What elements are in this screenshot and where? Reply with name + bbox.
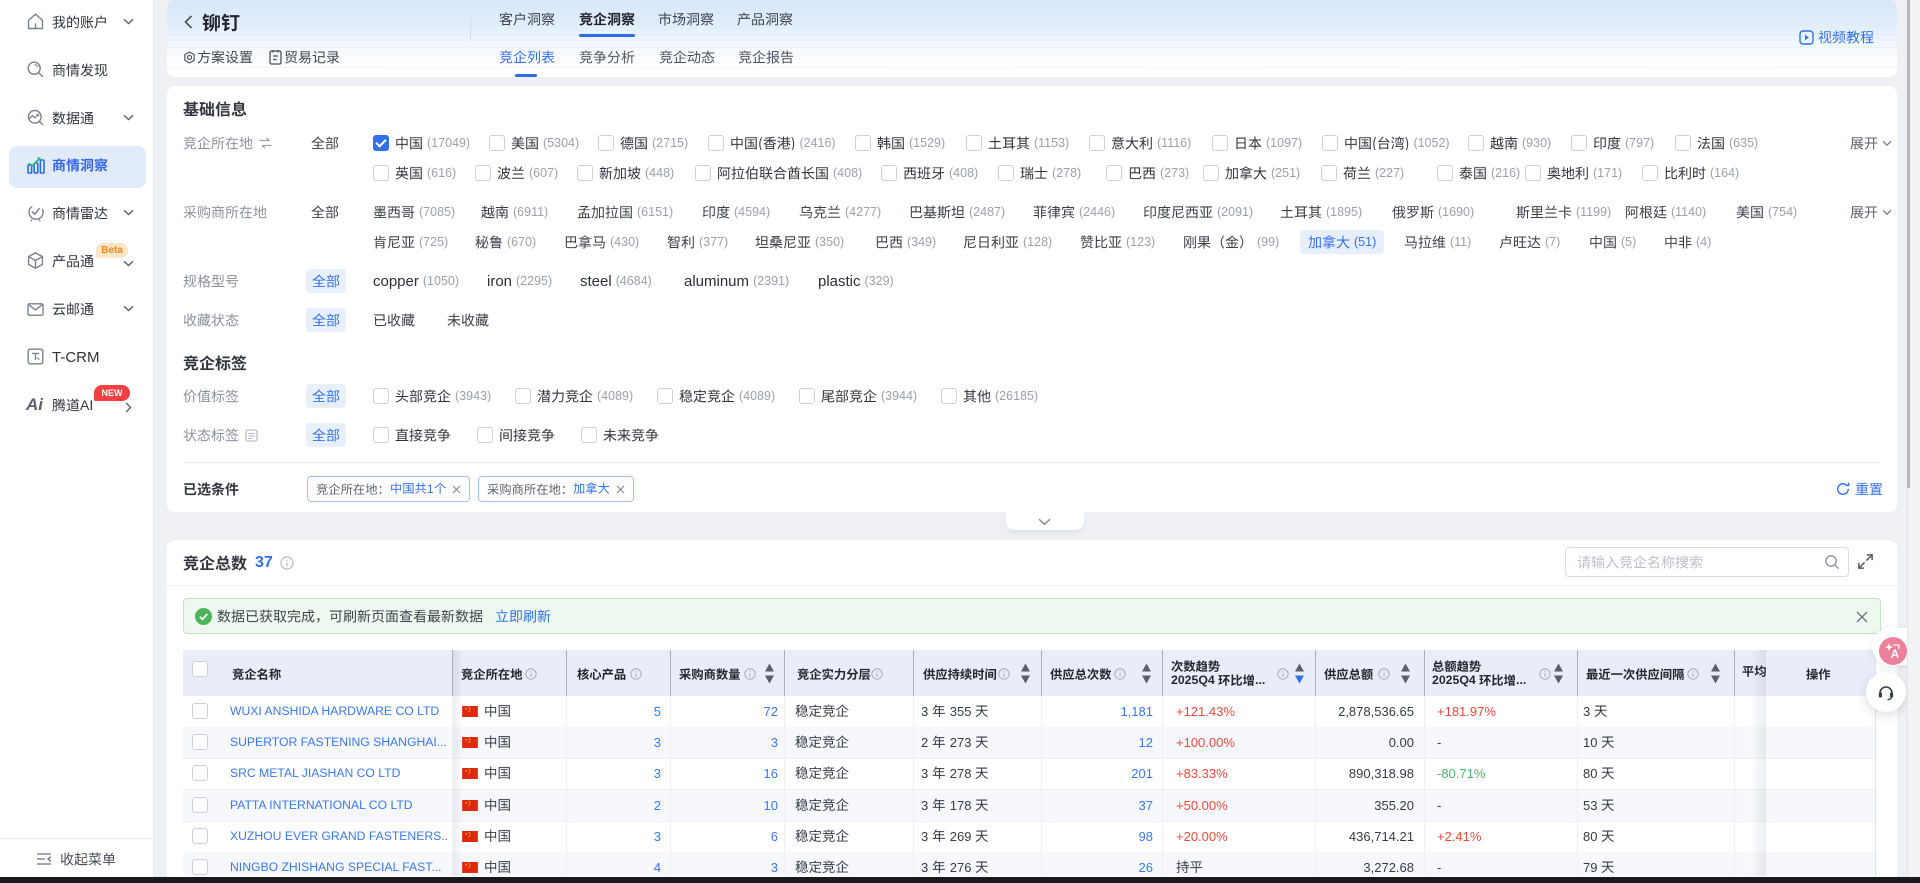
svg-text:A: A — [1891, 649, 1899, 660]
